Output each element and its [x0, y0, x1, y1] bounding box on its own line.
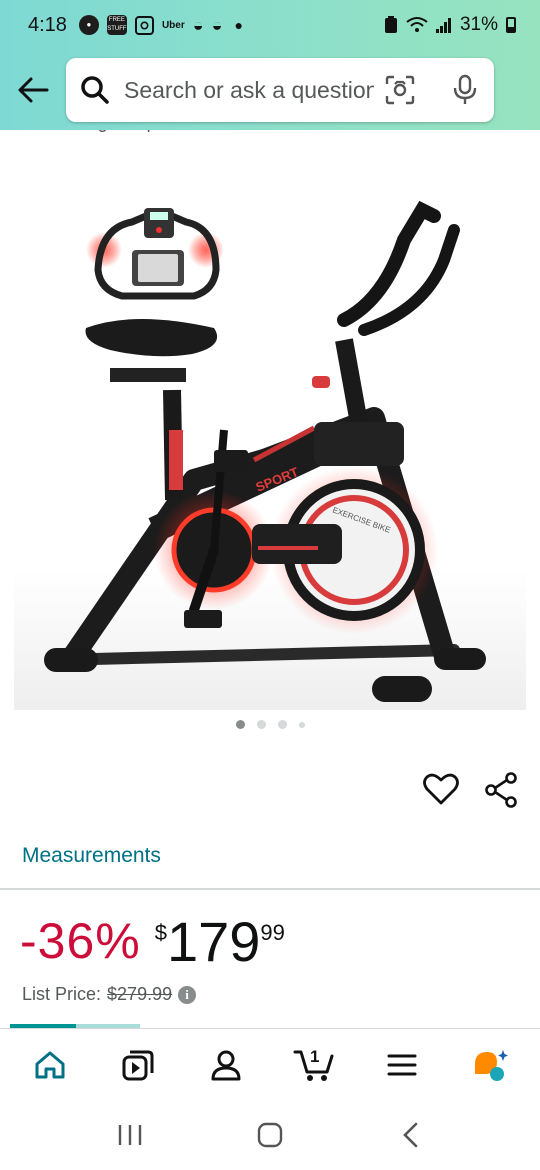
nav-cart[interactable]: 1: [279, 1035, 349, 1095]
video-icon: [122, 1050, 154, 1080]
carousel-dot-2[interactable]: [256, 720, 266, 729]
info-icon[interactable]: i: [178, 985, 197, 1004]
rufus-ai-icon: [475, 1049, 508, 1081]
account-icon: [211, 1050, 241, 1080]
list-price-row: List Price: $279.99 i: [22, 984, 197, 1005]
nav-menu[interactable]: [367, 1035, 437, 1095]
share-icon: [485, 772, 517, 808]
microphone-icon[interactable]: [450, 74, 480, 106]
system-nav-bar: [0, 1100, 540, 1170]
recent-apps-button[interactable]: [100, 1110, 160, 1160]
carousel-dot-3[interactable]: [277, 720, 287, 729]
price-row: -36% $ 179 99: [20, 912, 285, 970]
battery-percent: 31%: [459, 14, 498, 35]
discount-percent: -36%: [20, 913, 141, 969]
recent-apps-icon: [118, 1125, 142, 1145]
nav-account[interactable]: [191, 1035, 261, 1095]
search-icon: [81, 76, 109, 104]
menu-icon: [387, 1054, 417, 1075]
search-input[interactable]: [124, 76, 374, 104]
search-box[interactable]: [66, 58, 494, 122]
cart-count: 1: [310, 1046, 320, 1066]
price-whole: 179: [166, 910, 261, 973]
system-back-icon: [403, 1122, 418, 1148]
status-left: 4:18 ● FREE STUFF Uber ◒ ◒ ●: [28, 14, 243, 37]
console-inset: [86, 208, 224, 300]
signal-icon: [435, 18, 451, 33]
system-home-button[interactable]: [240, 1110, 300, 1160]
bottom-nav: 1: [0, 1028, 540, 1100]
product-image[interactable]: SPORT EXERCISE BIKE: [14, 150, 526, 710]
more-notifications-dot: ●: [234, 17, 243, 33]
status-time: 4:18: [28, 13, 67, 36]
divider: [0, 888, 540, 890]
share-button[interactable]: [484, 772, 518, 808]
instagram-notification-icon: [134, 15, 154, 35]
uber-notification-icon: Uber: [161, 19, 185, 31]
status-right: 31%: [384, 14, 516, 36]
home-icon: [35, 1051, 65, 1078]
battery-saver-icon: [384, 16, 397, 33]
price-currency: $: [154, 920, 167, 945]
nav-video[interactable]: [103, 1035, 173, 1095]
price-fraction: 99: [260, 920, 285, 945]
status-bar: 4:18 ● FREE STUFF Uber ◒ ◒ ● 31%: [0, 0, 540, 50]
carousel-dot-1[interactable]: [235, 720, 245, 729]
nav-home[interactable]: [15, 1035, 85, 1095]
wishlist-button[interactable]: [422, 770, 460, 808]
image-carousel-dots[interactable]: [0, 720, 540, 729]
carousel-dot-4[interactable]: [298, 721, 305, 728]
list-price-value: $279.99: [107, 984, 173, 1004]
nav-rufus[interactable]: [455, 1035, 525, 1095]
measurements-link[interactable]: Measurements: [22, 844, 161, 868]
food-notification-icon: ◒: [192, 14, 204, 35]
system-back-button[interactable]: [380, 1110, 440, 1160]
back-button[interactable]: [0, 57, 66, 123]
battery-icon: [506, 17, 516, 33]
header: [0, 50, 540, 130]
chat-notification-icon: ●: [78, 15, 99, 35]
back-arrow-icon: [18, 77, 49, 103]
exercise-bike-illustration: SPORT EXERCISE BIKE: [14, 200, 526, 710]
heart-icon: [423, 773, 459, 805]
system-home-icon: [257, 1122, 283, 1148]
camera-search-icon[interactable]: [384, 74, 416, 106]
food-notification-icon-2: ◒: [211, 14, 223, 35]
wifi-icon: [406, 17, 428, 32]
list-price-label: List Price:: [22, 984, 102, 1004]
free-stuff-notification-icon: FREE STUFF: [106, 15, 127, 35]
